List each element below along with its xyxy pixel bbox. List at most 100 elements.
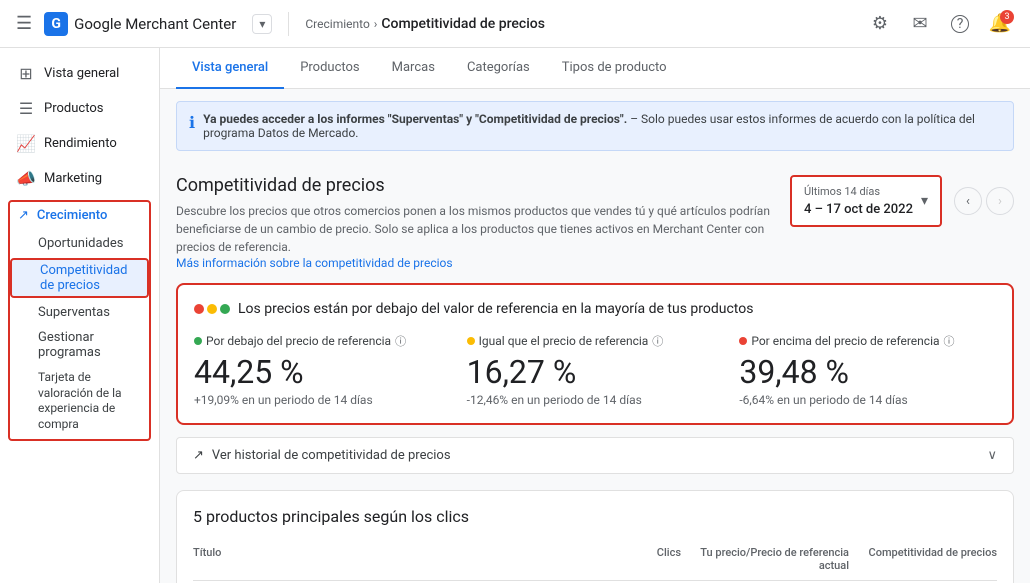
stat-below-info-icon[interactable]: ⓘ xyxy=(395,333,406,349)
sidebar-label-marketing: Marketing xyxy=(44,171,102,186)
tab-categorias[interactable]: Categorías xyxy=(451,48,546,89)
stat-equal: Igual que el precio de referencia ⓘ 16,2… xyxy=(467,333,724,407)
traffic-light xyxy=(194,304,230,314)
stat-above: Por encima del precio de referencia ⓘ 39… xyxy=(739,333,996,407)
stat-below-change: +19,09% en un periodo de 14 días xyxy=(194,393,451,407)
sidebar-item-marketing[interactable]: 📣 Marketing xyxy=(0,161,151,196)
topbar-divider xyxy=(288,12,289,36)
products-section: 5 productos principales según los clics … xyxy=(176,490,1014,583)
notification-count: 3 xyxy=(1000,10,1014,24)
date-nav-arrows: ‹ › xyxy=(954,187,1014,215)
sidebar-item-crecimiento[interactable]: ↗ Crecimiento xyxy=(10,202,149,229)
help-button[interactable]: ? xyxy=(942,6,978,42)
sidebar-label-rendimiento: Rendimiento xyxy=(44,136,117,151)
stat-above-info-icon[interactable]: ⓘ xyxy=(944,333,955,349)
stat-below-label: Por debajo del precio de referencia ⓘ xyxy=(194,333,451,349)
tab-vista-general[interactable]: Vista general xyxy=(176,48,284,89)
notifications-button[interactable]: 🔔 3 xyxy=(982,6,1018,42)
date-chevron-icon[interactable]: ▾ xyxy=(921,193,928,209)
settings-button[interactable]: ⚙ xyxy=(862,6,898,42)
sidebar-item-superventas[interactable]: Superventas xyxy=(10,300,149,325)
history-row-text: ↗ Ver historial de competitividad de pre… xyxy=(193,448,451,463)
crecimiento-subitems: Oportunidades Competitividad de precios … xyxy=(10,229,149,439)
sidebar-item-oportunidades[interactable]: Oportunidades xyxy=(10,231,149,256)
history-expand-icon: ∨ xyxy=(987,448,997,463)
date-picker[interactable]: Últimos 14 días 4 – 17 oct de 2022 ▾ xyxy=(790,175,942,227)
stat-above-value: 39,48 % xyxy=(739,353,996,391)
tab-tipos-producto[interactable]: Tipos de producto xyxy=(546,48,683,89)
crecimiento-icon: ↗ xyxy=(18,208,29,223)
stat-below-value: 44,25 % xyxy=(194,353,451,391)
sidebar-item-vista-general[interactable]: ⊞ Vista general xyxy=(0,56,151,91)
sidebar-item-gestionar-programas[interactable]: Gestionar programas xyxy=(10,325,149,365)
table-header: Título Clics Tu precio/Precio de referen… xyxy=(193,538,997,581)
date-picker-inner: Últimos 14 días 4 – 17 oct de 2022 xyxy=(804,185,913,217)
prev-date-button[interactable]: ‹ xyxy=(954,187,982,215)
stat-below-dot xyxy=(194,337,202,345)
th-precio-referencia: Tu precio/Precio de referencia actual xyxy=(689,546,849,572)
stat-equal-info-icon[interactable]: ⓘ xyxy=(652,333,663,349)
breadcrumb-current: Competitividad de precios xyxy=(381,16,545,32)
section-header: Competitividad de precios Descubre los p… xyxy=(176,175,1014,271)
sidebar-item-competitividad-precios[interactable]: Competitividad de precios xyxy=(10,258,149,298)
stat-equal-dot xyxy=(467,337,475,345)
account-dropdown[interactable]: ▾ xyxy=(252,14,272,34)
breadcrumb-parent[interactable]: Crecimiento xyxy=(305,17,369,31)
page-description: Descubre los precios que otros comercios… xyxy=(176,202,776,256)
productos-icon: ☰ xyxy=(16,99,36,118)
vista-general-icon: ⊞ xyxy=(16,64,36,83)
breadcrumb-arrow: › xyxy=(374,17,378,31)
history-arrow-icon: ↗ xyxy=(193,448,204,463)
sidebar: ⊞ Vista general ☰ Productos 📈 Rendimient… xyxy=(0,48,160,583)
settings-icon: ⚙ xyxy=(872,13,888,34)
th-titulo: Título xyxy=(193,546,573,572)
more-info-link[interactable]: Más información sobre la competitividad … xyxy=(176,256,453,270)
content-area: Vista general Productos Marcas Categoría… xyxy=(160,48,1030,583)
topbar-logo: G Google Merchant Center xyxy=(44,12,236,36)
stat-above-label: Por encima del precio de referencia ⓘ xyxy=(739,333,996,349)
tl-red xyxy=(194,304,204,314)
next-date-button[interactable]: › xyxy=(986,187,1014,215)
tabs-bar: Vista general Productos Marcas Categoría… xyxy=(160,48,1030,89)
sidebar-item-tarjeta-valoracion[interactable]: Tarjeta de valoración de la experiencia … xyxy=(10,365,149,437)
topbar-actions: ⚙ ✉ ? 🔔 3 xyxy=(862,6,1018,42)
stats-card: Los precios están por debajo del valor d… xyxy=(176,283,1014,425)
sidebar-item-rendimiento[interactable]: 📈 Rendimiento xyxy=(0,126,151,161)
history-row[interactable]: ↗ Ver historial de competitividad de pre… xyxy=(176,437,1014,474)
rendimiento-icon: 📈 xyxy=(16,134,36,153)
date-value: 4 – 17 oct de 2022 xyxy=(804,202,913,217)
mail-button[interactable]: ✉ xyxy=(902,6,938,42)
app-name: Google Merchant Center xyxy=(74,15,236,33)
stat-above-change: -6,64% en un periodo de 14 días xyxy=(739,393,996,407)
tl-green xyxy=(220,304,230,314)
info-banner: ℹ Ya puedes acceder a los informes "Supe… xyxy=(176,101,1014,151)
date-picker-container: Últimos 14 días 4 – 17 oct de 2022 ▾ ‹ › xyxy=(790,175,1014,227)
topbar: ☰ G Google Merchant Center ▾ Crecimiento… xyxy=(0,0,1030,48)
breadcrumb: Crecimiento › Competitividad de precios xyxy=(305,16,854,32)
sidebar-label-productos: Productos xyxy=(44,101,103,116)
stat-equal-change: -12,46% en un periodo de 14 días xyxy=(467,393,724,407)
marketing-icon: 📣 xyxy=(16,169,36,188)
stat-below: Por debajo del precio de referencia ⓘ 44… xyxy=(194,333,451,407)
date-label: Últimos 14 días xyxy=(804,185,913,198)
banner-text: Ya puedes acceder a los informes "Superv… xyxy=(203,112,1001,140)
page-content: Competitividad de precios Descubre los p… xyxy=(160,163,1030,583)
main-container: ⊞ Vista general ☰ Productos 📈 Rendimient… xyxy=(0,48,1030,583)
sidebar-label-vista-general: Vista general xyxy=(44,66,119,81)
menu-icon[interactable]: ☰ xyxy=(12,9,36,38)
info-icon: ℹ xyxy=(189,113,195,132)
products-title: 5 productos principales según los clics xyxy=(193,507,997,526)
mail-icon: ✉ xyxy=(912,13,927,34)
page-title: Competitividad de precios xyxy=(176,175,776,196)
tab-productos[interactable]: Productos xyxy=(284,48,375,89)
sidebar-item-productos[interactable]: ☰ Productos xyxy=(0,91,151,126)
stats-card-title: Los precios están por debajo del valor d… xyxy=(194,301,996,317)
stat-above-dot xyxy=(739,337,747,345)
stat-equal-label: Igual que el precio de referencia ⓘ xyxy=(467,333,724,349)
stats-grid: Por debajo del precio de referencia ⓘ 44… xyxy=(194,333,996,407)
logo-icon: G xyxy=(44,12,68,36)
tab-marcas[interactable]: Marcas xyxy=(376,48,451,89)
th-competitividad: Competitividad de precios xyxy=(857,546,997,572)
stat-equal-value: 16,27 % xyxy=(467,353,724,391)
help-icon: ? xyxy=(951,15,969,33)
